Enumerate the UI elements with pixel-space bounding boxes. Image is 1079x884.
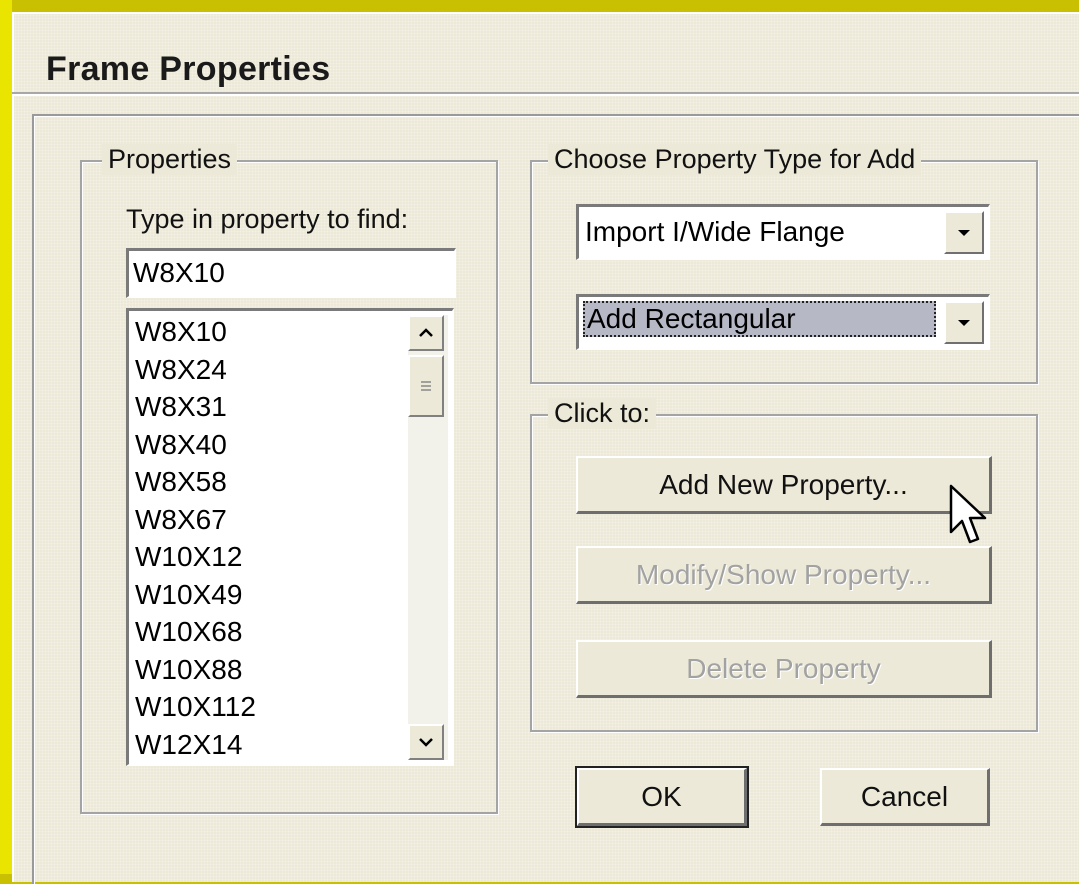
actions-legend: Click to: (548, 398, 657, 429)
scroll-down-button[interactable] (408, 724, 444, 760)
add-new-property-button[interactable]: Add New Property... (576, 456, 992, 514)
add-type-value: Add Rectangular (583, 301, 936, 337)
list-item[interactable]: W12X14 (135, 726, 256, 764)
list-item[interactable]: W8X24 (135, 351, 256, 389)
property-listbox[interactable]: W8X10 W8X24 W8X31 W8X40 W8X58 W8X67 W10X… (126, 308, 454, 766)
chevron-up-icon (419, 328, 433, 337)
background-strip (0, 0, 12, 874)
properties-legend: Properties (102, 144, 238, 175)
property-list: W8X10 W8X24 W8X31 W8X40 W8X58 W8X67 W10X… (135, 313, 256, 763)
mouse-pointer-icon (949, 484, 987, 544)
list-item[interactable]: W8X40 (135, 426, 256, 464)
modify-show-property-button[interactable]: Modify/Show Property... (576, 546, 992, 604)
list-item[interactable]: W8X58 (135, 463, 256, 501)
scroll-thumb[interactable] (408, 355, 444, 417)
add-type-dropdown[interactable]: Add Rectangular (576, 294, 990, 350)
delete-property-button[interactable]: Delete Property (576, 640, 992, 698)
ok-button[interactable]: OK (575, 766, 749, 828)
list-item[interactable]: W8X67 (135, 501, 256, 539)
list-item[interactable]: W10X49 (135, 576, 256, 614)
scroll-up-button[interactable] (408, 315, 444, 351)
title-divider (12, 92, 1079, 96)
list-item[interactable]: W10X12 (135, 538, 256, 576)
find-label: Type in property to find: (126, 204, 409, 234)
property-type-group: Choose Property Type for Add (530, 144, 1038, 384)
list-item[interactable]: W10X112 (135, 688, 256, 726)
list-item[interactable]: W8X31 (135, 388, 256, 426)
list-item[interactable]: W10X68 (135, 613, 256, 651)
find-property-input[interactable]: W8X10 (126, 248, 456, 298)
list-item[interactable]: W10X88 (135, 651, 256, 689)
add-dropdown-button[interactable] (944, 301, 984, 344)
import-type-value: Import I/Wide Flange (585, 216, 845, 247)
grip-icon (421, 381, 431, 391)
dropdown-arrow-icon (958, 319, 970, 326)
chevron-down-icon (419, 738, 433, 747)
import-dropdown-button[interactable] (944, 211, 984, 254)
list-item[interactable]: W8X10 (135, 313, 256, 351)
dialog-title: Frame Properties (46, 50, 331, 88)
dropdown-arrow-icon (958, 229, 970, 236)
cancel-button[interactable]: Cancel (820, 768, 990, 826)
import-type-dropdown[interactable]: Import I/Wide Flange (576, 204, 990, 260)
list-scrollbar[interactable] (408, 315, 448, 760)
property-type-legend: Choose Property Type for Add (548, 144, 922, 175)
